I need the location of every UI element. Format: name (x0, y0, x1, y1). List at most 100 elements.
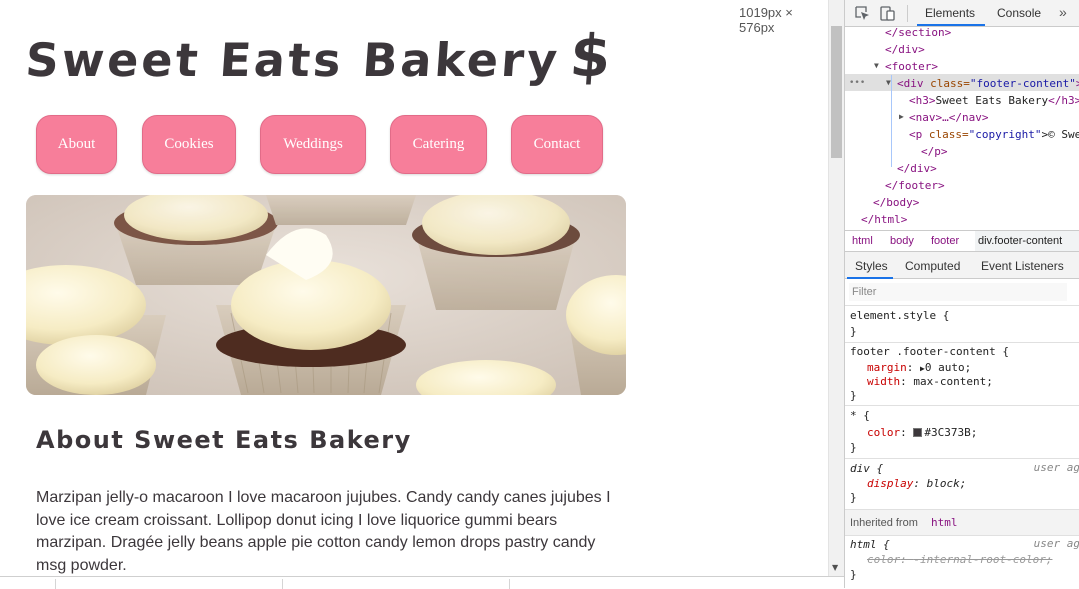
tag-text: </footer> (885, 179, 945, 192)
property-name: display (867, 477, 914, 490)
tab-elements[interactable]: Elements (925, 6, 975, 20)
page-scroll-thumb[interactable] (831, 26, 842, 158)
styles-filter-row (845, 279, 1079, 306)
rule-declaration-display: display: block; (867, 477, 967, 490)
rule-close: } (850, 568, 857, 581)
breadcrumb-body[interactable]: body (890, 231, 914, 251)
dom-line-html-close[interactable]: </html> (861, 211, 907, 228)
property-name: color (867, 426, 901, 439)
dom-line-nav[interactable]: <nav>…</nav> (909, 109, 988, 126)
rule-universal: * { color: #3C373B; } (845, 406, 1079, 459)
rule-close: } (850, 491, 857, 504)
tag-text: <div (897, 77, 931, 90)
breadcrumb-footer[interactable]: footer (931, 231, 959, 251)
attr-name: class= (930, 77, 970, 90)
inherited-html-link[interactable]: html (931, 510, 958, 536)
breadcrumb-html[interactable]: html (852, 231, 873, 251)
rule-selector[interactable]: footer .footer-content { (850, 344, 1009, 360)
about-paragraph: Marzipan jelly-o macaroon I love macaroo… (36, 489, 611, 574)
tag-text: <footer> (885, 60, 938, 73)
about-heading: About Sweet Eats Bakery (36, 426, 412, 454)
site-title: Sweet Eats Bakery $ (24, 22, 616, 90)
rule-html-user-agent: html { user ag color: -internal-root-col… (845, 536, 1079, 588)
rule-selector[interactable]: div { (850, 461, 883, 477)
devtools-panel: Elements Console » </section> </div> ▼ <… (844, 0, 1079, 588)
dom-breadcrumb: html body footer div.footer-content (845, 230, 1079, 252)
tag-text: </section> (885, 26, 952, 39)
nav-contact-button[interactable]: Contact (511, 115, 603, 174)
nav-about-button[interactable]: About (36, 115, 117, 174)
rule-declaration-width[interactable]: width: max-content; (867, 374, 993, 390)
tag-text: </body> (873, 196, 920, 209)
dom-line-section-close[interactable]: </section> (885, 24, 951, 41)
devtools-toolbar: Elements Console » (845, 0, 1079, 27)
tag-text: </p> (921, 145, 948, 158)
dom-line-p[interactable]: <p class="copyright">© Swe (909, 126, 1079, 143)
bottom-status-bar (0, 576, 844, 589)
page-scrollbar[interactable]: ▼ (828, 0, 844, 576)
dom-line-div-close[interactable]: </div> (885, 41, 925, 58)
node-text: >© Swe (1041, 128, 1079, 141)
rule-declaration-color[interactable]: color: #3C373B; (867, 425, 977, 441)
color-swatch-icon[interactable] (913, 428, 923, 437)
tab-styles[interactable]: Styles (855, 259, 888, 273)
dom-line-footer-content[interactable]: <div class="footer-content"> (897, 75, 1079, 92)
nav-cookies-button[interactable]: Cookies (142, 115, 236, 174)
styles-pane-tabs: Styles Computed Event Listeners (845, 252, 1079, 279)
tag-text: <nav>…</nav> (909, 111, 989, 124)
property-name: width (867, 375, 901, 388)
dom-line-div-close[interactable]: </div> (897, 160, 937, 177)
tab-event-listeners[interactable]: Event Listeners (981, 259, 1064, 273)
dom-line-p-close[interactable]: </p> (921, 143, 948, 160)
inspect-element-icon[interactable] (855, 6, 871, 21)
nav-weddings-button[interactable]: Weddings (260, 115, 366, 174)
scroll-down-arrow-icon[interactable]: ▼ (832, 563, 838, 572)
tag-text: <p (909, 128, 929, 141)
property-value: -internal-root-color; (913, 553, 1053, 566)
dom-line-h3[interactable]: <h3>Sweet Eats Bakery</h3> (909, 92, 1079, 109)
styles-filter-input[interactable] (849, 283, 1067, 301)
more-tabs-icon[interactable]: » (1059, 4, 1067, 20)
toolbar-separator (907, 5, 908, 22)
dom-line-body-close[interactable]: </body> (873, 194, 919, 211)
tag-text: </div> (897, 162, 937, 175)
tab-computed[interactable]: Computed (905, 259, 960, 273)
dom-line-footer-close[interactable]: </footer> (885, 177, 945, 194)
dollar-icon: $ (567, 22, 616, 90)
property-name: margin (867, 361, 907, 374)
more-options-icon[interactable]: ••• (849, 78, 865, 88)
collapse-triangle-icon[interactable]: ▼ (874, 61, 879, 70)
property-value: max-content; (913, 375, 993, 388)
rule-selector[interactable]: element.style { (850, 308, 949, 324)
attr-value: "footer-content" (969, 77, 1076, 90)
tag-text: <h3> (909, 94, 936, 107)
dom-line-footer-open[interactable]: <footer> (885, 58, 938, 75)
expand-triangle-icon[interactable]: ▶ (899, 112, 904, 121)
device-toolbar-icon[interactable] (880, 6, 896, 21)
user-agent-label: user ag (1033, 461, 1079, 474)
tab-console[interactable]: Console (997, 6, 1041, 20)
rule-footer-content: footer .footer-content { margin: ▶0 auto… (845, 343, 1079, 406)
rule-element-style: element.style { } (845, 306, 1079, 343)
collapse-triangle-icon[interactable]: ▼ (886, 78, 891, 87)
attr-name: class= (928, 128, 969, 141)
rule-selector[interactable]: html { (850, 537, 890, 553)
tag-text: </html> (861, 213, 908, 226)
rule-close: } (850, 389, 857, 402)
nav-catering-button[interactable]: Catering (390, 115, 487, 174)
breadcrumb-footer-content[interactable]: div.footer-content (978, 231, 1062, 251)
property-value: block; (926, 477, 967, 490)
rule-div-user-agent: div { user ag display: block; } (845, 459, 1079, 510)
cupcakes-icon (26, 195, 626, 395)
rule-close: } (850, 441, 857, 454)
rule-selector[interactable]: * { (850, 408, 870, 424)
tag-text: </div> (885, 43, 925, 56)
inherited-from-header: Inherited from html (845, 510, 1079, 536)
page-viewport: Sweet Eats Bakery $ About Cookies Wedding… (0, 0, 828, 576)
rule-declaration-color-overridden: color: -internal-root-color; (867, 553, 1053, 566)
viewport-size-indicator: 1019px × 576px (739, 5, 793, 35)
tag-text: </h3> (1048, 94, 1079, 107)
property-name: color (867, 553, 901, 566)
user-agent-label: user ag (1033, 537, 1079, 550)
dom-tree: </section> </div> ▼ <footer> ••• ▼ <div … (845, 24, 1079, 230)
